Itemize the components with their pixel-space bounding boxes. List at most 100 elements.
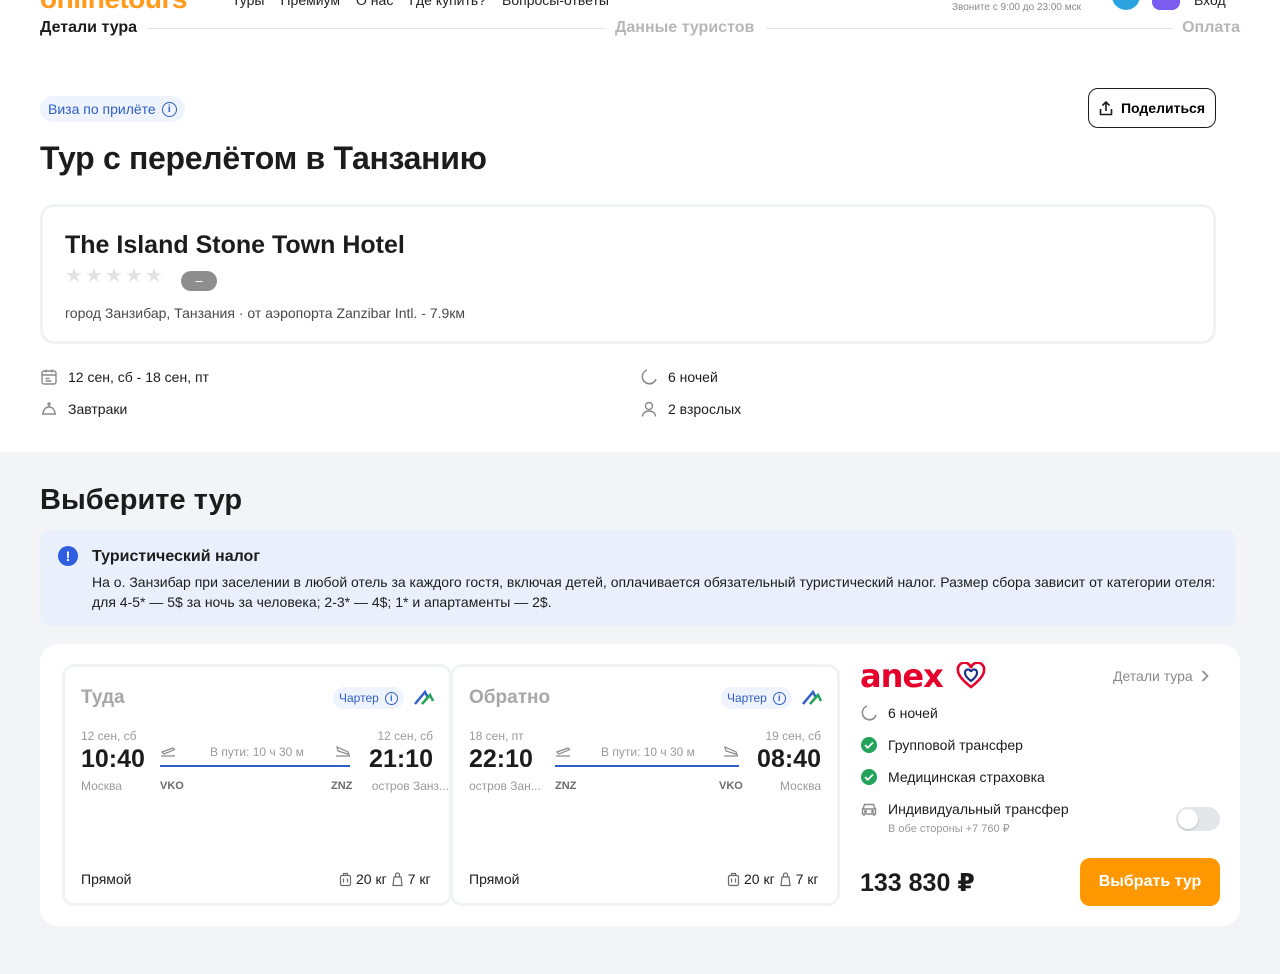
step-payment: Оплата <box>1182 19 1240 36</box>
details-label: Детали тура <box>1113 668 1193 684</box>
landing-icon <box>724 745 739 757</box>
moon-icon <box>641 369 657 385</box>
booking-stepper: Детали тура Данные туристов Оплата <box>40 18 1240 40</box>
tour-price: 133 830 ₽ <box>860 869 975 897</box>
flight-direction: Обратно <box>469 687 551 708</box>
baggage-weight: 20 кг <box>744 871 775 887</box>
flight-type: Прямой <box>469 871 520 887</box>
departure-airport: VKO <box>160 780 184 792</box>
arrival-time: 21:10 <box>369 745 433 773</box>
login-link[interactable]: Вход <box>1194 0 1226 8</box>
option-individual-transfer: Индивидуальный трансфер <box>860 800 1069 818</box>
handluggage-weight: 7 кг <box>407 871 431 887</box>
tour-meals: Завтраки <box>40 400 127 418</box>
star-icon: ★ <box>105 265 123 287</box>
tour-offer-card: Туда Чартер i 12 сен, сб 10:40 Москва VK… <box>40 644 1240 926</box>
main-nav: Туры Премиум О нас Где купить? Вопросы-о… <box>232 0 609 8</box>
charter-label: Чартер <box>727 691 767 705</box>
departure-date: 12 сен, сб <box>81 729 137 743</box>
departure-city: Москва <box>81 779 122 793</box>
tour-dates: 12 сен, сб - 18 сен, пт <box>40 368 209 386</box>
tour-guests: 2 взрослых <box>640 400 741 418</box>
charter-badge[interactable]: Чартер i <box>333 687 404 709</box>
takeoff-icon <box>160 747 176 757</box>
step-divider <box>148 28 606 29</box>
charter-badge[interactable]: Чартер i <box>721 687 792 709</box>
flight-outbound[interactable]: Туда Чартер i 12 сен, сб 10:40 Москва VK… <box>62 664 452 906</box>
departure-airport: ZNZ <box>555 780 577 792</box>
airline-logo-icon <box>802 689 823 705</box>
choose-tour-title: Выберите тур <box>40 484 243 516</box>
departure-city: остров Зан... <box>469 779 541 793</box>
arrival-date: 19 сен, сб <box>765 729 821 743</box>
visa-label: Виза по прилёте <box>48 101 156 117</box>
share-icon <box>1099 100 1113 115</box>
star-icon: ★ <box>85 265 103 287</box>
hotel-name[interactable]: The Island Stone Town Hotel <box>65 231 405 260</box>
top-header: onlinetours Туры Премиум О нас Где купит… <box>0 0 1280 13</box>
heart-logo-icon <box>956 662 986 689</box>
alert-icon: ! <box>58 546 78 566</box>
hotel-location: город Занзибар, Танзания · от аэропорта … <box>65 305 466 321</box>
departure-time: 10:40 <box>81 745 145 773</box>
notice-text: На о. Занзибар при заселении в любой оте… <box>92 574 1216 610</box>
arrival-time: 08:40 <box>757 745 821 773</box>
visa-badge[interactable]: Виза по прилёте i <box>40 96 185 122</box>
dates-text: 12 сен, сб - 18 сен, пт <box>68 369 209 385</box>
info-icon[interactable]: i <box>161 101 177 117</box>
flight-route-line <box>160 765 350 767</box>
suitcase-icon <box>727 872 740 886</box>
flight-route-line <box>555 765 739 767</box>
nav-item-premium[interactable]: Премиум <box>280 0 340 8</box>
check-circle-icon <box>861 737 877 753</box>
share-label: Поделиться <box>1120 100 1206 116</box>
share-button[interactable]: Поделиться <box>1088 88 1216 128</box>
arrival-airport: ZNZ <box>331 780 353 792</box>
suitcase-icon <box>339 872 352 886</box>
moon-icon <box>861 705 877 721</box>
person-icon <box>641 401 657 417</box>
cloche-icon <box>42 402 56 415</box>
chevron-right-icon <box>1201 670 1209 682</box>
star-icon: ★ <box>65 265 83 287</box>
step-divider <box>766 28 1172 29</box>
included-insurance: Медицинская страховка <box>860 768 1045 786</box>
tax-notice: ! Туристический налог На о. Занзибар при… <box>40 530 1236 626</box>
baggage-info: 20 кг 7 кг <box>727 871 819 887</box>
arrival-date: 12 сен, сб <box>377 729 433 743</box>
hotel-card: The Island Stone Town Hotel ★ ★ ★ ★ ★ – … <box>40 204 1216 344</box>
offer-nights-text: 6 ночей <box>888 705 938 721</box>
star-icon: ★ <box>125 265 143 287</box>
info-icon[interactable]: i <box>384 691 398 705</box>
flight-return[interactable]: Обратно Чартер i 18 сен, пт 22:10 остров… <box>450 664 840 906</box>
takeoff-icon <box>555 747 571 757</box>
site-logo[interactable]: onlinetours <box>40 0 187 13</box>
star-icon: ★ <box>145 265 163 287</box>
nights-text: 6 ночей <box>668 369 718 385</box>
handbag-icon <box>392 871 403 886</box>
call-hours: Звоните с 9:00 до 23:00 мск <box>952 2 1081 13</box>
rating-badge: – <box>181 271 217 291</box>
baggage-info: 20 кг 7 кг <box>339 871 431 887</box>
operator-logo: anex <box>860 657 944 695</box>
arrival-city: Москва <box>780 779 821 793</box>
tour-details-link[interactable]: Детали тура <box>1113 668 1209 684</box>
meals-text: Завтраки <box>68 401 128 417</box>
nav-item-faq[interactable]: Вопросы-ответы <box>502 0 609 8</box>
handluggage-weight: 7 кг <box>795 871 819 887</box>
nav-item-where-to-buy[interactable]: Где купить? <box>409 0 486 8</box>
info-icon[interactable]: i <box>772 691 786 705</box>
landing-icon <box>336 745 351 757</box>
check-circle-icon <box>861 769 877 785</box>
baggage-weight: 20 кг <box>356 871 387 887</box>
nav-item-about[interactable]: О нас <box>356 0 393 8</box>
viber-icon[interactable] <box>1152 0 1180 10</box>
transfer-toggle[interactable] <box>1176 807 1220 831</box>
select-tour-button[interactable]: Выбрать тур <box>1080 858 1220 906</box>
nav-item-tours[interactable]: Туры <box>232 0 264 8</box>
step-tour-details: Детали тура <box>40 19 138 36</box>
telegram-icon[interactable] <box>1112 0 1140 10</box>
arrival-city: остров Занз... <box>371 779 449 793</box>
flight-type: Прямой <box>81 871 132 887</box>
hotel-stars: ★ ★ ★ ★ ★ <box>65 265 163 287</box>
